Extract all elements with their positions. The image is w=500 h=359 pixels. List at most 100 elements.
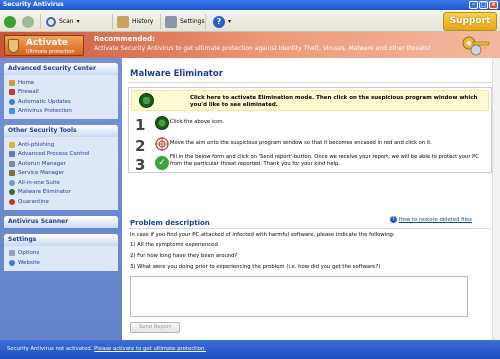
sidebar-item-home[interactable]: Home (9, 78, 115, 88)
panel-header[interactable]: Settings (4, 233, 118, 246)
sidebar-item-label: Quarantine (18, 198, 49, 205)
sidebar-item-label: Autorun Manager (18, 160, 66, 167)
question-item: 2) For how long have they been around? (130, 253, 238, 259)
restore-files-label: How to restore deleted files (398, 216, 472, 223)
toolbar-divider (160, 14, 161, 29)
activate-button[interactable]: Activate Ultimate protection (4, 35, 84, 56)
problem-description-title: Problem description (130, 219, 210, 227)
autorun-icon (9, 160, 15, 167)
update-icon (9, 98, 15, 105)
panel-header[interactable]: Advanced Security Center (4, 63, 118, 75)
step-text: Fill in the below form and click on 'Sen… (170, 154, 479, 167)
magnifier-icon (46, 16, 56, 27)
elimination-mode-banner[interactable]: Click here to activate Elimination mode.… (131, 90, 489, 111)
sidebar-item-all-in-one-suite[interactable]: All-in-one Suite (9, 178, 115, 188)
sidebar-item-label: Firewall (18, 89, 39, 96)
window-controls: – □ × (469, 1, 498, 9)
window-title: Security Antivirus (3, 1, 64, 8)
scan-button[interactable]: Scan ▾ (46, 14, 80, 29)
divider (128, 228, 492, 229)
sidebar-item-label: Home (18, 79, 35, 86)
restore-files-link[interactable]: ? How to restore deleted files (389, 216, 472, 223)
question-item: 3) What were you doing prior to experien… (130, 264, 381, 270)
sidebar-item-label: Service Manager (18, 170, 65, 177)
sidebar-item-firewall[interactable]: Firewall (9, 88, 115, 98)
send-report-button[interactable]: Send Report (130, 322, 180, 333)
main-content: Malware Eliminator Click here to activat… (124, 58, 500, 340)
sidebar: Advanced Security Center Home Firewall A… (0, 58, 122, 340)
settings-button[interactable]: Settings (165, 14, 205, 29)
sidebar-item-advanced-process-control[interactable]: Advanced Process Control (9, 150, 115, 160)
sidebar-item-label: Antivirus Protection (18, 108, 72, 115)
checkmark-icon: ✓ (155, 156, 169, 170)
settings-panel: Settings Options Website (4, 233, 118, 271)
app-window: Security Antivirus – □ × Scan ▾ History … (0, 0, 500, 359)
support-button[interactable]: Support (443, 12, 497, 31)
sidebar-item-label: Anti-phishing (18, 141, 55, 148)
step-number: 3 (135, 156, 146, 174)
panel-header[interactable]: Other Security Tools (4, 125, 118, 137)
step-number: 1 (135, 116, 146, 134)
activate-link[interactable]: Please activate to get ultimate protecti… (94, 346, 206, 352)
sidebar-item-label: Malware Eliminator (18, 189, 71, 196)
recommended-title: Recommended: (94, 35, 155, 43)
maximize-button[interactable]: □ (479, 1, 488, 9)
sidebar-item-quarantine[interactable]: Quarantine (9, 197, 115, 207)
back-arrow-icon (4, 15, 16, 28)
title-bar: Security Antivirus – □ × (0, 0, 500, 10)
help-icon: ? (389, 216, 397, 223)
process-icon (9, 151, 15, 158)
settings-label: Settings (180, 18, 205, 25)
sidebar-item-label: All-in-one Suite (18, 179, 60, 186)
sidebar-item-label: Options (18, 250, 40, 257)
keys-icon (462, 36, 490, 56)
antivirus-scanner-panel: Antivirus Scanner (4, 215, 118, 228)
shield-icon (8, 39, 19, 53)
sidebar-item-label: Automatic Updates (18, 98, 71, 105)
anti-phishing-icon (9, 141, 15, 148)
sidebar-item-label: Website (18, 259, 40, 266)
panel-header[interactable]: Antivirus Scanner (4, 215, 118, 228)
activate-title: Activate (26, 38, 69, 48)
sidebar-item-website[interactable]: Website (9, 258, 115, 268)
forward-button[interactable] (22, 14, 34, 29)
radar-icon (155, 116, 169, 130)
radar-icon[interactable] (139, 93, 154, 108)
divider (128, 82, 492, 83)
minimize-button[interactable]: – (469, 1, 478, 9)
step-number: 2 (135, 137, 146, 155)
toolbar-divider (112, 14, 113, 29)
sidebar-item-automatic-updates[interactable]: Automatic Updates (9, 97, 115, 107)
history-button[interactable]: History (117, 14, 153, 29)
toolbar: Scan ▾ History Settings ? ▾ (0, 10, 500, 32)
forward-arrow-icon (22, 15, 34, 28)
suite-icon (9, 179, 15, 186)
quarantine-icon (9, 198, 15, 205)
shield-icon (9, 108, 15, 115)
step-2: 2 Move the aim onto the suspicious progr… (135, 135, 491, 155)
close-button[interactable]: × (489, 1, 498, 9)
sidebar-item-options[interactable]: Options (9, 249, 115, 259)
scrollbar[interactable] (492, 58, 500, 340)
sidebar-item-service-manager[interactable]: Service Manager (9, 169, 115, 179)
sidebar-item-antivirus-protection[interactable]: Antivirus Protection (9, 107, 115, 117)
firewall-icon (9, 89, 15, 96)
step-3: 3 ✓ Fill in the below form and click on … (135, 154, 491, 174)
recommended-text: Activate Security Antivirus to get ultim… (94, 45, 431, 52)
help-button[interactable]: ? ▾ (213, 14, 231, 29)
sidebar-item-malware-eliminator[interactable]: Malware Eliminator (9, 188, 115, 198)
activation-banner: Activate Ultimate protection Recommended… (0, 32, 500, 58)
back-button[interactable] (4, 14, 16, 29)
sidebar-item-autorun-manager[interactable]: Autorun Manager (9, 159, 115, 169)
sidebar-item-label: Advanced Process Control (18, 151, 90, 158)
steps-box: Click here to activate Elimination mode.… (128, 87, 492, 174)
advanced-security-center-panel: Advanced Security Center Home Firewall A… (4, 63, 118, 119)
globe-icon (9, 259, 15, 266)
sidebar-item-anti-phishing[interactable]: Anti-phishing (9, 140, 115, 150)
step-text: Move the aim onto the suspicious program… (170, 140, 432, 146)
problem-description-textarea[interactable] (130, 276, 468, 317)
scan-label: Scan (59, 18, 74, 25)
help-icon: ? (213, 15, 225, 28)
history-label: History (132, 18, 154, 25)
status-text: Security Antivirus not activated. (7, 346, 93, 352)
